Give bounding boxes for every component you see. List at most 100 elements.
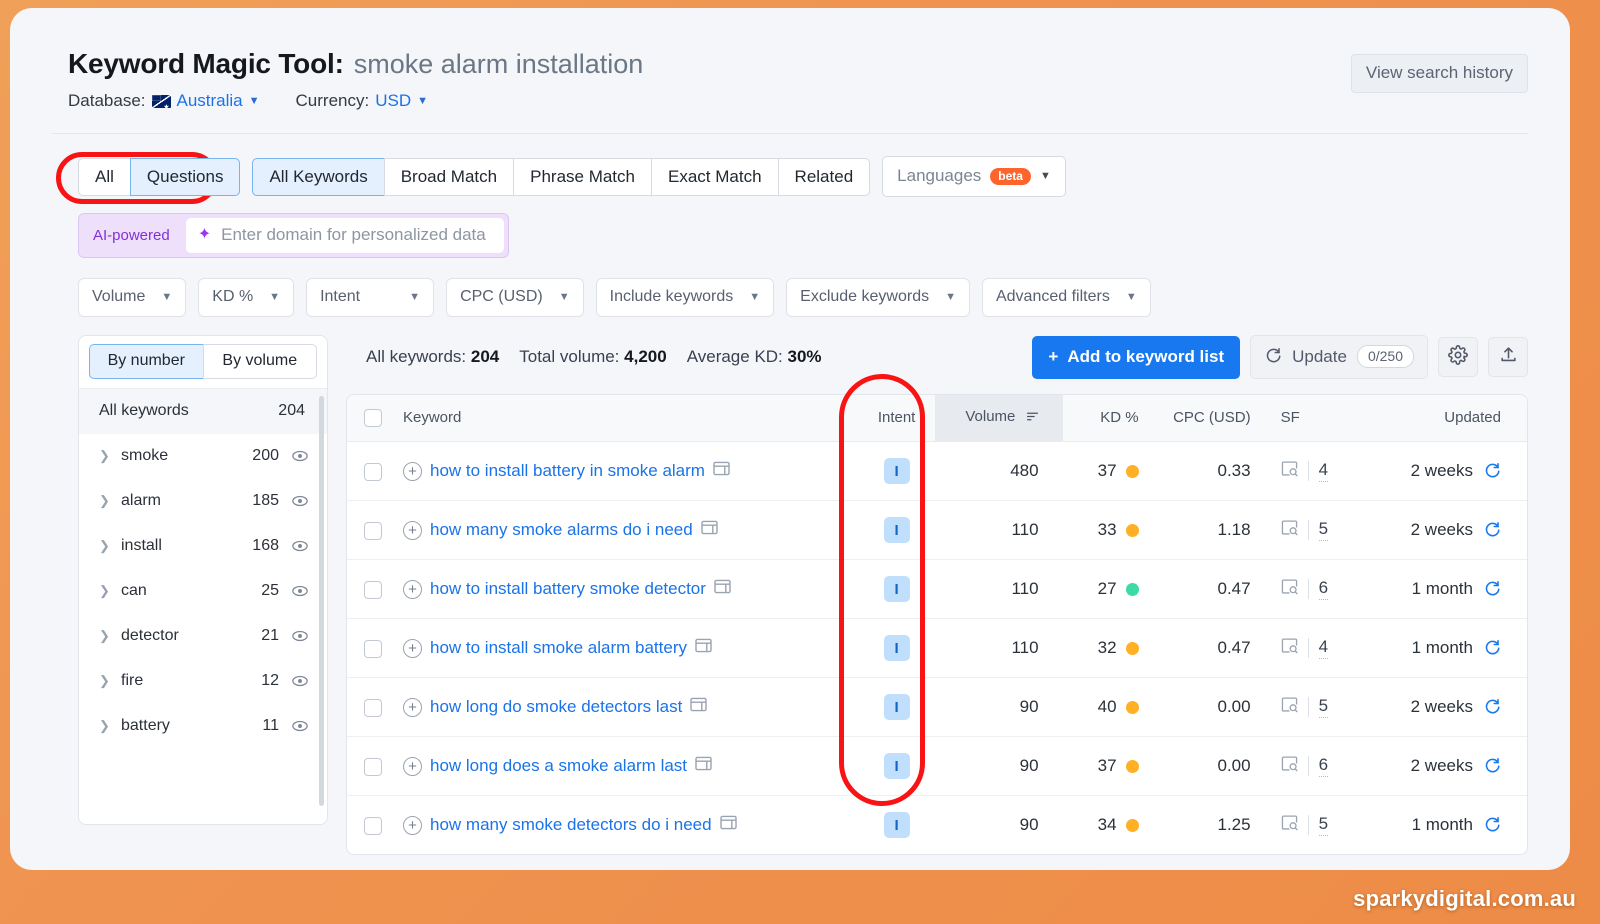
eye-icon[interactable]	[291, 492, 309, 510]
refresh-icon[interactable]	[1483, 637, 1501, 660]
sidebar-item-all-keywords[interactable]: All keywords 204	[79, 388, 327, 434]
keyword-link[interactable]: how many smoke detectors do i need	[430, 815, 712, 835]
column-header-updated[interactable]: Updated	[1368, 395, 1527, 442]
sf-count[interactable]: 5	[1318, 519, 1329, 541]
chevron-right-icon[interactable]: ❯	[99, 538, 121, 554]
domain-input[interactable]: ✦ Enter domain for personalized data	[185, 218, 504, 253]
add-keyword-icon[interactable]: +	[403, 697, 422, 717]
sidebar-item-alarm[interactable]: ❯ alarm 185	[79, 479, 327, 524]
column-header-kd[interactable]: KD %	[1062, 395, 1149, 442]
chevron-right-icon[interactable]: ❯	[99, 583, 121, 599]
row-checkbox[interactable]	[364, 816, 382, 835]
intent-badge[interactable]: I	[883, 576, 910, 602]
chevron-right-icon[interactable]: ❯	[99, 628, 121, 644]
filter-intent[interactable]: Intent ▼	[306, 278, 435, 317]
sidebar-item-smoke[interactable]: ❯ smoke 200	[79, 434, 327, 479]
intent-badge[interactable]: I	[883, 753, 910, 779]
serp-preview-icon[interactable]	[690, 697, 708, 717]
chevron-right-icon[interactable]: ❯	[99, 493, 121, 509]
column-header-intent[interactable]: Intent	[858, 395, 935, 442]
filter-include-keywords[interactable]: Include keywords ▼	[595, 278, 775, 317]
chevron-right-icon[interactable]: ❯	[99, 673, 121, 689]
table-row[interactable]: + how to install battery in smoke alarm …	[347, 441, 1527, 501]
sf-count[interactable]: 5	[1318, 696, 1329, 718]
currency-selector[interactable]: Currency: USD ▼	[296, 91, 428, 111]
sidebar-item-battery[interactable]: ❯ battery 11	[79, 704, 327, 749]
sidebar-item-detector[interactable]: ❯ detector 21	[79, 614, 327, 659]
serp-preview-icon[interactable]	[695, 638, 712, 658]
sidebar-by-volume-button[interactable]: By volume	[202, 344, 317, 379]
sidebar-item-fire[interactable]: ❯ fire 12	[79, 659, 327, 704]
serp-preview-icon[interactable]	[719, 815, 737, 835]
tab-phrase-match[interactable]: Phrase Match	[513, 157, 651, 196]
add-keyword-icon[interactable]: +	[403, 520, 422, 540]
eye-icon[interactable]	[291, 537, 309, 555]
intent-badge[interactable]: I	[883, 812, 910, 838]
row-checkbox[interactable]	[364, 698, 382, 717]
database-selector[interactable]: Database: Australia ▼	[68, 91, 260, 111]
row-checkbox[interactable]	[364, 639, 382, 658]
refresh-icon[interactable]	[1483, 460, 1501, 483]
filter-advanced[interactable]: Advanced filters ▼	[981, 278, 1151, 317]
sidebar-item-can[interactable]: ❯ can 25	[79, 569, 327, 614]
filter-volume[interactable]: Volume ▼	[78, 278, 187, 317]
serp-preview-icon[interactable]	[695, 756, 712, 776]
serp-preview-icon[interactable]	[714, 579, 731, 599]
intent-badge[interactable]: I	[883, 517, 910, 543]
eye-icon[interactable]	[291, 717, 309, 735]
serp-preview-icon[interactable]	[700, 520, 718, 540]
table-row[interactable]: + how many smoke detectors do i need I 9…	[347, 796, 1527, 855]
filter-exclude-keywords[interactable]: Exclude keywords ▼	[786, 278, 970, 317]
chevron-right-icon[interactable]: ❯	[99, 448, 121, 464]
keyword-link[interactable]: how long do smoke detectors last	[430, 697, 682, 717]
table-row[interactable]: + how long does a smoke alarm last I 90 …	[347, 736, 1527, 796]
tab-broad-match[interactable]: Broad Match	[383, 157, 514, 196]
refresh-icon[interactable]	[1483, 519, 1501, 542]
keyword-link[interactable]: how many smoke alarms do i need	[430, 520, 693, 540]
add-keyword-icon[interactable]: +	[403, 815, 422, 835]
keyword-link[interactable]: how to install smoke alarm battery	[430, 638, 687, 658]
update-button[interactable]: Update 0/250	[1250, 335, 1428, 379]
add-keyword-icon[interactable]: +	[403, 638, 422, 658]
tab-questions[interactable]: Questions	[129, 157, 241, 196]
eye-icon[interactable]	[291, 672, 309, 690]
row-checkbox[interactable]	[364, 462, 382, 481]
select-all-checkbox[interactable]	[364, 408, 382, 427]
tab-all[interactable]: All	[78, 157, 130, 196]
sf-count[interactable]: 6	[1318, 755, 1329, 777]
tab-exact-match[interactable]: Exact Match	[651, 157, 778, 196]
sidebar-item-install[interactable]: ❯ install 168	[79, 524, 327, 569]
view-search-history-button[interactable]: View search history	[1350, 54, 1528, 93]
languages-dropdown[interactable]: Languages beta ▼	[882, 156, 1066, 197]
row-checkbox[interactable]	[364, 757, 382, 776]
column-header-sf[interactable]: SF	[1268, 395, 1369, 442]
filter-kd[interactable]: KD % ▼	[198, 278, 295, 317]
row-checkbox[interactable]	[364, 580, 382, 599]
keyword-link[interactable]: how long does a smoke alarm last	[430, 756, 687, 776]
add-keyword-icon[interactable]: +	[403, 756, 422, 776]
tab-related[interactable]: Related	[777, 157, 871, 196]
column-header-volume[interactable]: Volume	[934, 395, 1063, 442]
eye-icon[interactable]	[291, 447, 309, 465]
serp-preview-icon[interactable]	[713, 461, 730, 481]
refresh-icon[interactable]	[1483, 814, 1501, 837]
intent-badge[interactable]: I	[883, 458, 910, 484]
add-to-keyword-list-button[interactable]: + Add to keyword list	[1032, 335, 1241, 379]
eye-icon[interactable]	[291, 582, 309, 600]
intent-badge[interactable]: I	[883, 694, 910, 720]
eye-icon[interactable]	[291, 627, 309, 645]
sf-count[interactable]: 5	[1318, 814, 1329, 836]
column-header-cpc[interactable]: CPC (USD)	[1148, 395, 1269, 442]
sf-count[interactable]: 4	[1318, 460, 1329, 482]
add-keyword-icon[interactable]: +	[403, 579, 422, 599]
sidebar-scrollbar[interactable]	[319, 396, 324, 806]
sidebar-by-number-button[interactable]: By number	[89, 344, 203, 379]
refresh-icon[interactable]	[1483, 578, 1501, 601]
keyword-link[interactable]: how to install battery smoke detector	[430, 579, 706, 599]
table-row[interactable]: + how long do smoke detectors last I 90 …	[347, 677, 1527, 737]
filter-cpc[interactable]: CPC (USD) ▼	[446, 278, 584, 317]
chevron-right-icon[interactable]: ❯	[99, 718, 121, 734]
intent-badge[interactable]: I	[883, 635, 910, 661]
column-header-keyword[interactable]: Keyword	[399, 395, 859, 442]
table-row[interactable]: + how to install smoke alarm battery I 1…	[347, 618, 1527, 678]
